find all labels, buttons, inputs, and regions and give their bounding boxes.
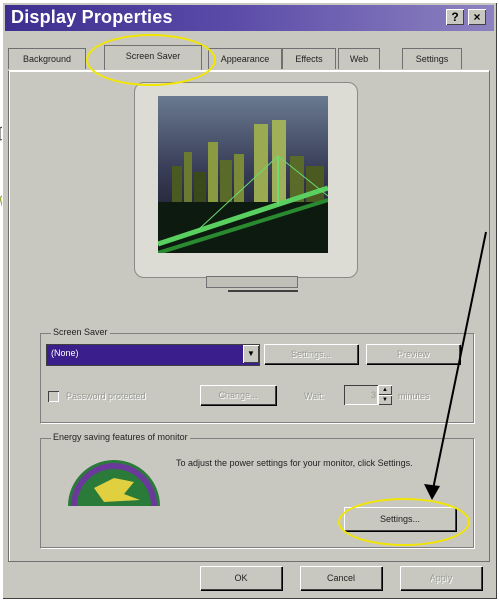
- password-label: Password protected: [66, 391, 146, 401]
- close-button[interactable]: ×: [468, 9, 486, 25]
- city-skyline-image: [158, 96, 328, 253]
- preview-button[interactable]: Preview: [366, 344, 460, 364]
- wait-minutes-field[interactable]: 3: [344, 385, 378, 405]
- energy-star-logo: [68, 460, 160, 507]
- screen-saver-select[interactable]: (None) ▼: [46, 344, 260, 366]
- energy-description: To adjust the power settings for your mo…: [176, 458, 413, 468]
- tab-background[interactable]: Background: [8, 48, 86, 69]
- tab-web[interactable]: Web: [338, 48, 380, 69]
- tab-screen-saver[interactable]: Screen Saver: [104, 45, 202, 70]
- ok-button[interactable]: OK: [200, 566, 282, 590]
- apply-button[interactable]: Apply: [400, 566, 482, 590]
- settings-button-highlight: [338, 498, 470, 546]
- monitor-base: [228, 286, 298, 292]
- spin-up-icon[interactable]: ▲: [378, 385, 392, 395]
- cancel-button[interactable]: Cancel: [300, 566, 382, 590]
- password-checkbox[interactable]: [48, 391, 59, 402]
- screen-saver-group-label: Screen Saver: [51, 327, 110, 337]
- minutes-label: minutes: [398, 391, 430, 401]
- tab-appearance[interactable]: Appearance: [208, 48, 282, 69]
- title-bar[interactable]: Display Properties ? ×: [5, 5, 494, 31]
- wait-label: Wait:: [304, 391, 325, 401]
- change-password-button[interactable]: Change...: [200, 385, 276, 405]
- chevron-down-icon[interactable]: ▼: [243, 345, 259, 363]
- preview-screen: [158, 96, 328, 253]
- tab-strip: Background Screen Saver Appearance Effec…: [8, 45, 488, 72]
- wait-spinner[interactable]: ▲ ▼: [378, 385, 392, 405]
- screen-saver-settings-button[interactable]: Settings...: [264, 344, 358, 364]
- tab-effects[interactable]: Effects: [282, 48, 336, 69]
- spin-down-icon[interactable]: ▼: [378, 395, 392, 405]
- help-button[interactable]: ?: [446, 9, 464, 25]
- energy-group-label: Energy saving features of monitor: [51, 432, 190, 442]
- screen-saver-selected-value: (None): [51, 348, 79, 358]
- window-title: Display Properties: [11, 7, 173, 27]
- tab-settings[interactable]: Settings: [402, 48, 462, 69]
